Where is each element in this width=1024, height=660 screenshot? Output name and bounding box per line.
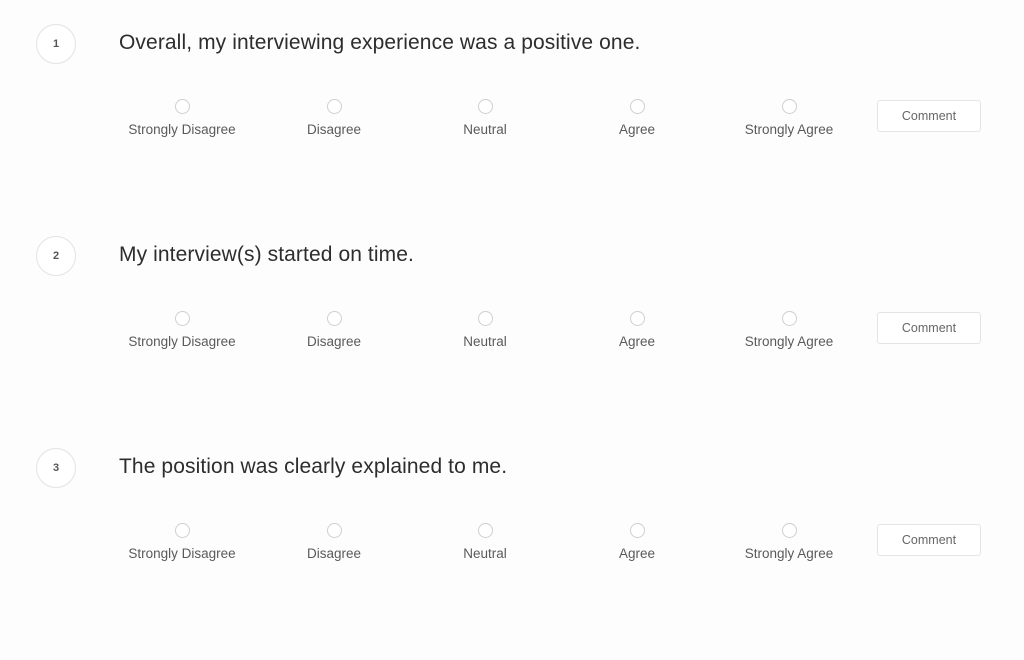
radio-button[interactable] bbox=[629, 99, 645, 114]
radio-button[interactable] bbox=[326, 523, 342, 538]
option-strongly-disagree[interactable]: Strongly Disagree bbox=[107, 99, 257, 137]
option-label: Strongly Disagree bbox=[128, 546, 236, 561]
option-agree[interactable]: Agree bbox=[562, 523, 712, 561]
radio-button[interactable] bbox=[174, 523, 190, 538]
option-agree[interactable]: Agree bbox=[562, 99, 712, 137]
option-label: Neutral bbox=[463, 122, 507, 137]
option-disagree[interactable]: Disagree bbox=[259, 99, 409, 137]
question-number-badge: 3 bbox=[36, 448, 76, 488]
option-label: Agree bbox=[618, 122, 656, 137]
option-strongly-agree[interactable]: Strongly Agree bbox=[714, 523, 864, 561]
radio-button[interactable] bbox=[477, 523, 493, 538]
option-label: Agree bbox=[618, 546, 656, 561]
radio-button[interactable] bbox=[781, 311, 797, 326]
option-strongly-agree[interactable]: Strongly Agree bbox=[714, 99, 864, 137]
comment-button[interactable]: Comment bbox=[877, 100, 981, 132]
option-strongly-disagree[interactable]: Strongly Disagree bbox=[107, 523, 257, 561]
option-strongly-agree[interactable]: Strongly Agree bbox=[714, 311, 864, 349]
option-label: Strongly Disagree bbox=[128, 334, 236, 349]
option-label: Strongly Agree bbox=[744, 122, 834, 137]
question-number-badge: 2 bbox=[36, 236, 76, 276]
option-label: Disagree bbox=[306, 122, 362, 137]
question-1: 1 Overall, my interviewing experience wa… bbox=[0, 0, 1024, 212]
question-2: 2 My interview(s) started on time. Stron… bbox=[0, 212, 1024, 424]
option-label: Strongly Disagree bbox=[128, 122, 236, 137]
radio-button[interactable] bbox=[629, 523, 645, 538]
option-strongly-disagree[interactable]: Strongly Disagree bbox=[107, 311, 257, 349]
radio-button[interactable] bbox=[477, 99, 493, 114]
radio-button[interactable] bbox=[174, 311, 190, 326]
question-text: My interview(s) started on time. bbox=[119, 243, 414, 266]
radio-button[interactable] bbox=[781, 99, 797, 114]
radio-button[interactable] bbox=[174, 99, 190, 114]
option-disagree[interactable]: Disagree bbox=[259, 311, 409, 349]
radio-button[interactable] bbox=[477, 311, 493, 326]
question-3: 3 The position was clearly explained to … bbox=[0, 424, 1024, 636]
option-neutral[interactable]: Neutral bbox=[410, 311, 560, 349]
option-agree[interactable]: Agree bbox=[562, 311, 712, 349]
option-label: Strongly Agree bbox=[744, 546, 834, 561]
radio-button[interactable] bbox=[326, 99, 342, 114]
option-label: Disagree bbox=[306, 546, 362, 561]
radio-button[interactable] bbox=[781, 523, 797, 538]
option-label: Agree bbox=[618, 334, 656, 349]
option-label: Neutral bbox=[463, 546, 507, 561]
option-disagree[interactable]: Disagree bbox=[259, 523, 409, 561]
option-label: Disagree bbox=[306, 334, 362, 349]
option-label: Strongly Agree bbox=[744, 334, 834, 349]
question-text: Overall, my interviewing experience was … bbox=[119, 31, 641, 54]
question-text: The position was clearly explained to me… bbox=[119, 455, 508, 478]
radio-button[interactable] bbox=[326, 311, 342, 326]
comment-button[interactable]: Comment bbox=[877, 524, 981, 556]
option-neutral[interactable]: Neutral bbox=[410, 99, 560, 137]
option-neutral[interactable]: Neutral bbox=[410, 523, 560, 561]
question-number-badge: 1 bbox=[36, 24, 76, 64]
comment-button[interactable]: Comment bbox=[877, 312, 981, 344]
option-label: Neutral bbox=[463, 334, 507, 349]
radio-button[interactable] bbox=[629, 311, 645, 326]
